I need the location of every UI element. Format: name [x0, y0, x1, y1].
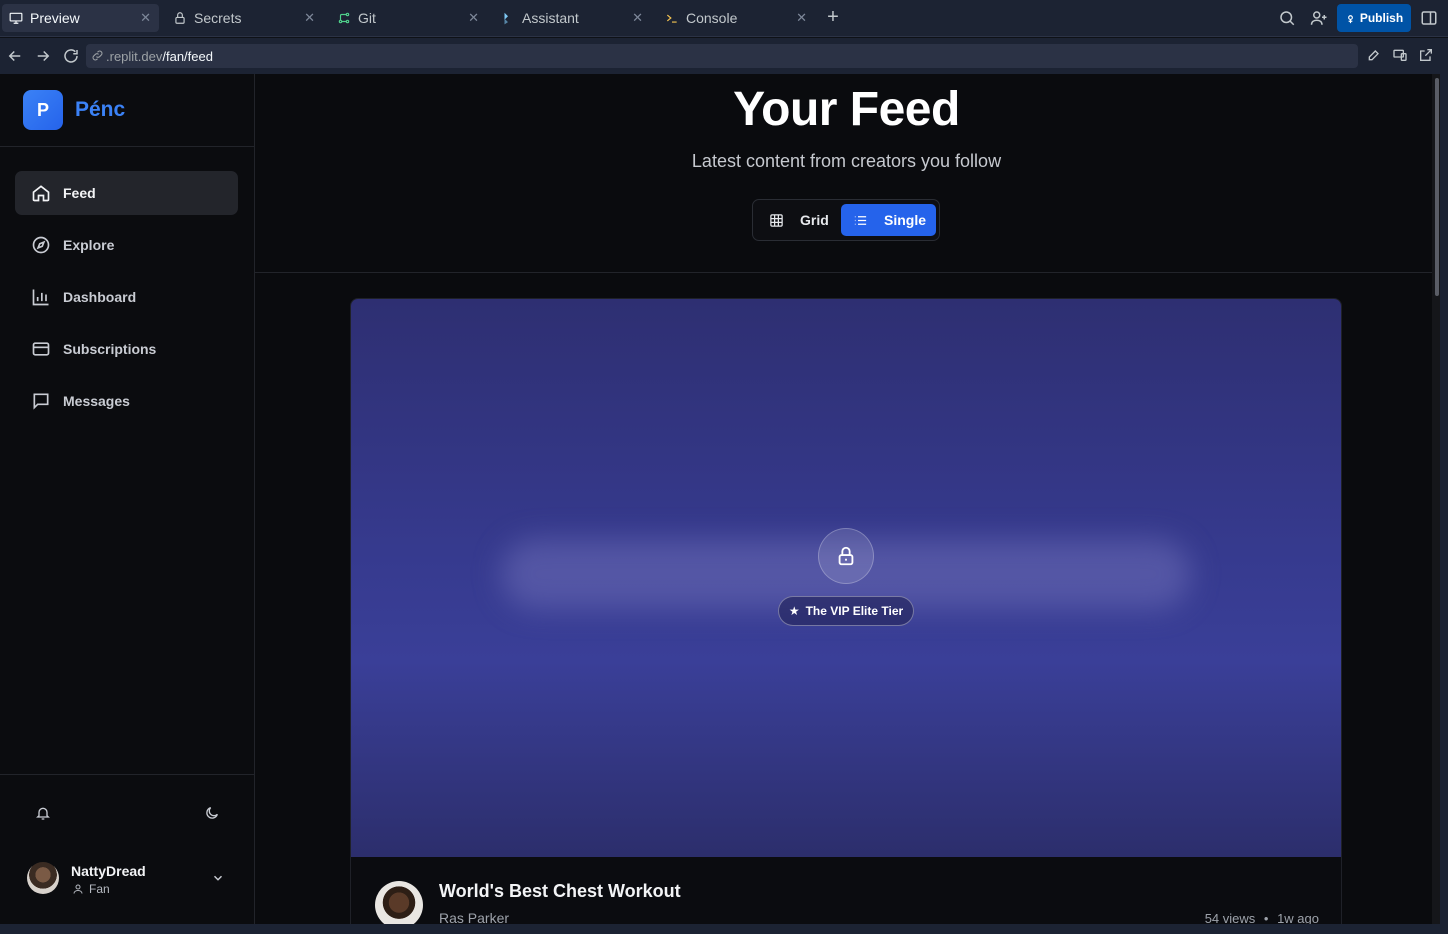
scrollbar-thumb[interactable] — [1435, 78, 1439, 296]
publish-button[interactable]: Publish — [1337, 4, 1411, 32]
tab-label: Git — [358, 10, 376, 26]
tab-git[interactable]: Git ✕ — [330, 4, 487, 32]
tab-label: Secrets — [194, 10, 242, 26]
terminal-icon — [664, 10, 680, 26]
link-icon — [91, 49, 104, 62]
list-icon — [853, 213, 868, 228]
star-icon: ★ — [788, 604, 800, 618]
tab-label: Assistant — [522, 10, 579, 26]
chevron-down-icon[interactable] — [211, 871, 225, 885]
back-arrow-icon[interactable] — [6, 47, 24, 65]
post-card[interactable]: ★ The VIP Elite Tier World's Best Chest … — [350, 298, 1342, 924]
tier-badge[interactable]: ★ The VIP Elite Tier — [778, 596, 914, 626]
url-host: .replit.dev — [106, 48, 163, 64]
tab-label: Console — [686, 10, 738, 26]
post-age: 1w ago — [1277, 911, 1319, 924]
page-title: Your Feed — [733, 83, 960, 136]
credit-card-icon — [31, 339, 51, 359]
sidebar-item-subscriptions[interactable]: Subscriptions — [15, 327, 238, 371]
user-icon — [72, 883, 84, 895]
url-path: /fan/feed — [162, 48, 213, 64]
brand-name[interactable]: Pénc — [75, 98, 125, 122]
logo[interactable]: P — [23, 90, 63, 130]
bar-chart-icon — [31, 287, 51, 307]
tab-preview[interactable]: Preview ✕ — [2, 4, 159, 32]
brand-header: P Pénc — [0, 74, 254, 147]
page-subtitle: Latest content from creators you follow — [691, 151, 1002, 171]
devtools-icon[interactable] — [1366, 47, 1384, 65]
post-title[interactable]: World's Best Chest Workout — [439, 881, 681, 902]
sidebar-item-dashboard[interactable]: Dashboard — [15, 275, 238, 319]
user-name: NattyDread — [71, 863, 146, 879]
single-view-button[interactable]: Single — [841, 204, 936, 236]
devices-icon[interactable] — [1392, 47, 1410, 65]
split-pane-icon[interactable] — [1420, 9, 1438, 27]
forward-arrow-icon[interactable] — [34, 47, 52, 65]
close-icon[interactable]: ✕ — [304, 11, 315, 25]
post-stats: 54 views • 1w ago — [1205, 911, 1319, 924]
app-viewport: P Pénc Feed Explore Dashboard Subscripti… — [0, 74, 1440, 924]
open-new-window-icon[interactable] — [1418, 47, 1436, 65]
post-meta: World's Best Chest Workout Ras Parker 54… — [351, 857, 1341, 924]
window-edge — [1440, 74, 1448, 924]
close-icon[interactable]: ✕ — [140, 11, 151, 25]
locked-post-media[interactable]: ★ The VIP Elite Tier — [351, 299, 1341, 857]
home-icon — [31, 183, 51, 203]
tab-console[interactable]: Console ✕ — [658, 4, 815, 32]
creator-name[interactable]: Ras Parker — [439, 910, 509, 924]
tab-label: Preview — [30, 10, 80, 26]
new-tab-button[interactable]: + — [824, 7, 842, 27]
invite-user-icon[interactable] — [1310, 9, 1328, 27]
sidebar-item-feed[interactable]: Feed — [15, 171, 238, 215]
bell-icon[interactable] — [35, 805, 51, 821]
close-icon[interactable]: ✕ — [796, 11, 807, 25]
creator-avatar[interactable] — [375, 881, 423, 924]
assistant-icon — [500, 10, 516, 26]
header-divider — [255, 272, 1438, 273]
monitor-icon — [8, 10, 24, 26]
publish-label: Publish — [1359, 11, 1404, 25]
sidebar-item-label: Messages — [63, 393, 130, 409]
git-icon — [336, 10, 352, 26]
message-icon — [31, 391, 51, 411]
single-view-label: Single — [884, 212, 927, 228]
close-icon[interactable]: ✕ — [468, 11, 479, 25]
sidebar-item-explore[interactable]: Explore — [15, 223, 238, 267]
grid-view-label: Grid — [800, 212, 829, 228]
separator: • — [1263, 911, 1269, 924]
user-role-label: Fan — [89, 882, 110, 896]
tab-secrets[interactable]: Secrets ✕ — [166, 4, 323, 32]
sidebar-item-label: Feed — [63, 185, 96, 201]
bottom-edge — [0, 924, 1448, 934]
view-count: 54 views — [1204, 911, 1256, 924]
user-role: Fan — [72, 882, 110, 896]
search-icon[interactable] — [1278, 9, 1296, 27]
avatar[interactable] — [27, 862, 59, 894]
publish-icon — [1345, 13, 1356, 24]
sidebar-footer: NattyDread Fan — [0, 774, 254, 924]
main-content: Your Feed Latest content from creators y… — [255, 74, 1438, 924]
tier-label: The VIP Elite Tier — [805, 604, 904, 618]
url-field[interactable]: .replit.dev/fan/feed — [86, 44, 1358, 68]
sidebar-item-messages[interactable]: Messages — [15, 379, 238, 423]
sidebar-item-label: Subscriptions — [63, 341, 157, 357]
moon-icon[interactable] — [204, 805, 220, 821]
sidebar-item-label: Explore — [63, 237, 115, 253]
ide-tab-bar: Preview ✕ Secrets ✕ Git ✕ Assistant ✕ Co… — [0, 0, 1448, 37]
reload-icon[interactable] — [62, 47, 80, 65]
lock-icon — [818, 528, 874, 584]
compass-icon — [31, 235, 51, 255]
grid-view-button[interactable]: Grid — [757, 204, 839, 236]
view-toggle: Grid Single — [752, 199, 940, 241]
grid-icon — [769, 213, 784, 228]
close-icon[interactable]: ✕ — [632, 11, 643, 25]
lock-icon — [172, 10, 188, 26]
tab-assistant[interactable]: Assistant ✕ — [494, 4, 651, 32]
sidebar: P Pénc Feed Explore Dashboard Subscripti… — [0, 74, 255, 924]
sidebar-item-label: Dashboard — [63, 289, 137, 305]
